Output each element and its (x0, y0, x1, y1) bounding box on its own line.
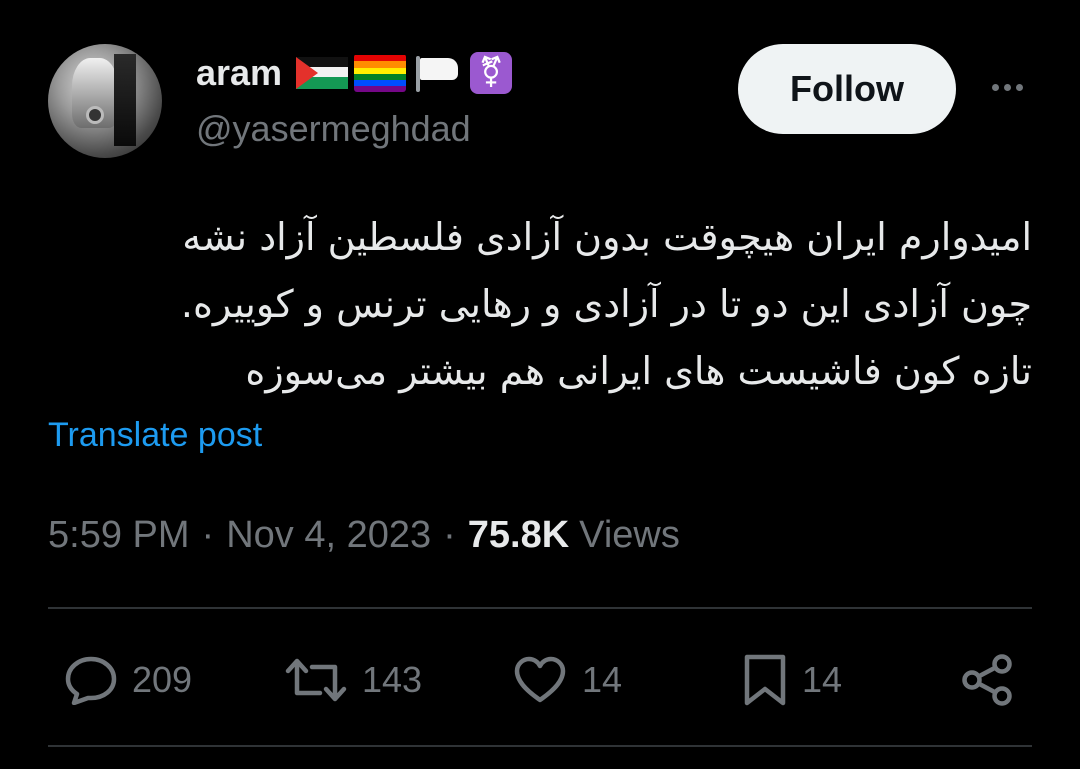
views-label: Views (579, 513, 680, 556)
white-flag-icon (412, 54, 464, 92)
tweet-detail: aram ⚧ @yasermeghdad Follow امیدوارم ایر… (0, 0, 1080, 769)
tweet-text: امیدوارم ایران هیچوقت بدون آزادی فلسطین … (48, 204, 1032, 405)
user-handle[interactable]: @yasermeghdad (196, 108, 471, 150)
translate-post-link[interactable]: Translate post (48, 416, 262, 455)
user-name-row: aram ⚧ (196, 48, 513, 98)
post-date[interactable]: Nov 4, 2023 (226, 514, 431, 557)
views-count[interactable]: 75.8K (468, 514, 569, 557)
tweet-text-line: چون آزادی این دو تا در آزادی و رهایی ترن… (180, 282, 1032, 326)
transgender-symbol-icon: ⚧ (470, 52, 513, 94)
post-time[interactable]: 5:59 PM (48, 514, 190, 557)
follow-button[interactable]: Follow (738, 44, 956, 134)
bookmark-count: 14 (802, 659, 843, 700)
bookmark-button[interactable]: 14 (742, 652, 842, 708)
reply-count: 209 (132, 659, 193, 700)
heart-icon (514, 656, 566, 703)
reply-button[interactable]: 209 (64, 652, 192, 708)
repost-icon (285, 658, 347, 702)
tweet-meta: 5:59 PM · Nov 4, 2023 · 75.8K Views (48, 510, 680, 560)
reply-icon (65, 656, 117, 705)
divider (48, 745, 1032, 747)
repost-count: 143 (362, 659, 423, 700)
bookmark-icon (744, 654, 786, 706)
like-button[interactable]: 14 (512, 652, 622, 708)
more-options-icon[interactable] (982, 72, 1032, 102)
avatar[interactable] (48, 44, 162, 158)
palestine-flag-icon (296, 54, 349, 92)
divider (48, 607, 1032, 609)
repost-button[interactable]: 143 (284, 652, 422, 708)
share-icon (962, 654, 1012, 706)
rainbow-flag-icon (354, 54, 407, 92)
like-count: 14 (582, 659, 623, 700)
display-name[interactable]: aram (196, 52, 282, 94)
separator-dot: · (201, 513, 215, 556)
separator-dot: · (443, 513, 456, 556)
share-button[interactable] (960, 652, 1016, 708)
tweet-text-line: تازه کون فاشیست های ایرانی هم بیشتر می‌س… (245, 349, 1032, 393)
tweet-text-line: امیدوارم ایران هیچوقت بدون آزادی فلسطین … (182, 215, 1032, 259)
